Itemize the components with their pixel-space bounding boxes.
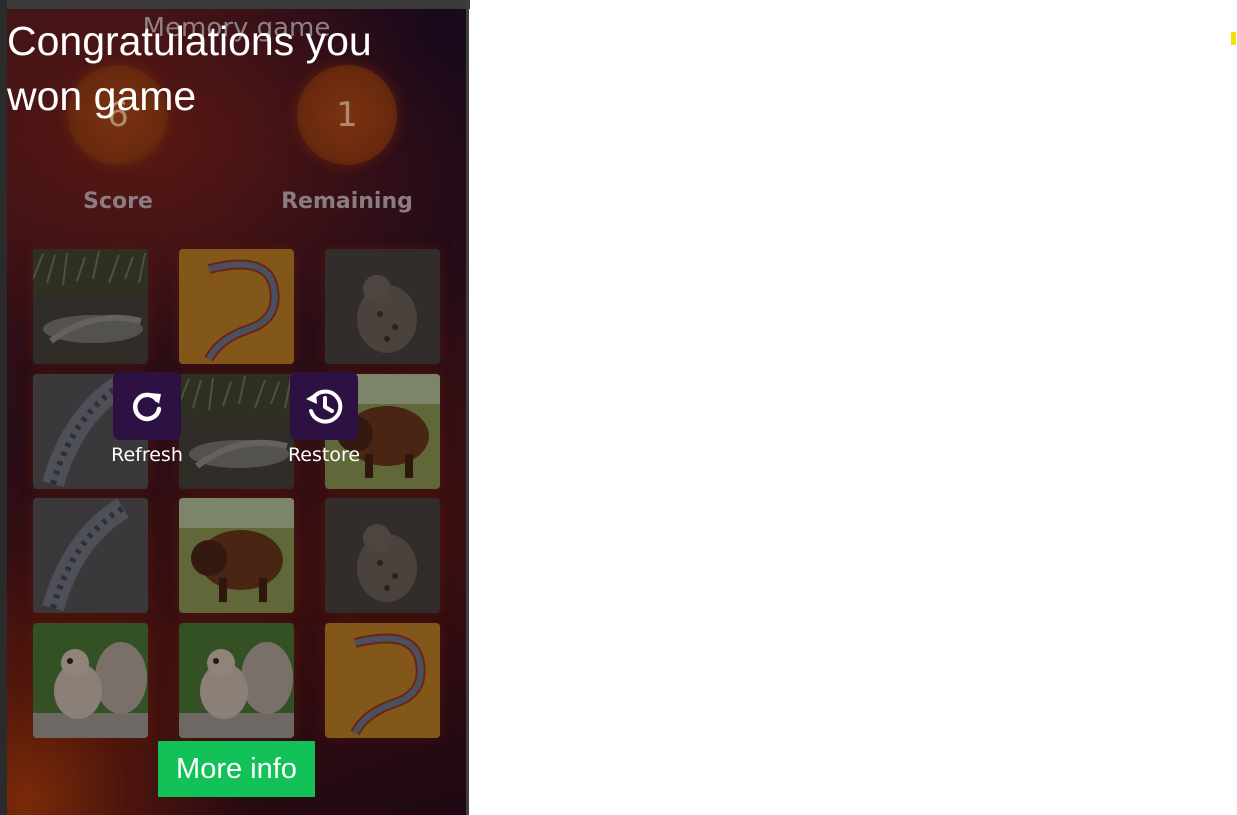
card-image — [33, 623, 148, 738]
card-squirrel[interactable] — [179, 623, 294, 738]
card-image — [325, 498, 440, 613]
window-left-border — [0, 0, 7, 815]
card-squirrel[interactable] — [33, 623, 148, 738]
card-hyena[interactable] — [325, 249, 440, 364]
restore-control: Restore — [284, 372, 364, 466]
memory-game-panel: Memory game 6 1 Score Remaining Refresh … — [7, 9, 466, 815]
card-image — [179, 498, 294, 613]
card-image — [179, 249, 294, 364]
remaining-label: Remaining — [281, 189, 413, 214]
card-crocodile[interactable] — [179, 374, 294, 489]
win-message: Congratulations you won game — [7, 18, 372, 119]
window-top-border — [0, 0, 470, 9]
refresh-button[interactable] — [113, 372, 181, 440]
card-crocodile[interactable] — [33, 249, 148, 364]
card-image — [325, 623, 440, 738]
restore-label: Restore — [287, 444, 361, 466]
card-hyena[interactable] — [325, 498, 440, 613]
card-iguana[interactable] — [33, 498, 148, 613]
refresh-icon — [132, 392, 162, 422]
card-salamander[interactable] — [325, 623, 440, 738]
card-image — [179, 374, 294, 489]
more-info-button[interactable]: More info — [158, 741, 315, 797]
refresh-label: Refresh — [111, 444, 183, 466]
card-image — [179, 623, 294, 738]
card-salamander[interactable] — [179, 249, 294, 364]
window-right-border — [466, 0, 469, 815]
history-icon — [306, 389, 343, 424]
card-bison[interactable] — [179, 498, 294, 613]
score-label: Score — [83, 189, 153, 214]
restore-button[interactable] — [290, 372, 358, 440]
card-image — [325, 249, 440, 364]
refresh-control: Refresh — [107, 372, 187, 466]
card-image — [33, 498, 148, 613]
card-image — [33, 249, 148, 364]
indicator-mark — [1231, 32, 1236, 45]
